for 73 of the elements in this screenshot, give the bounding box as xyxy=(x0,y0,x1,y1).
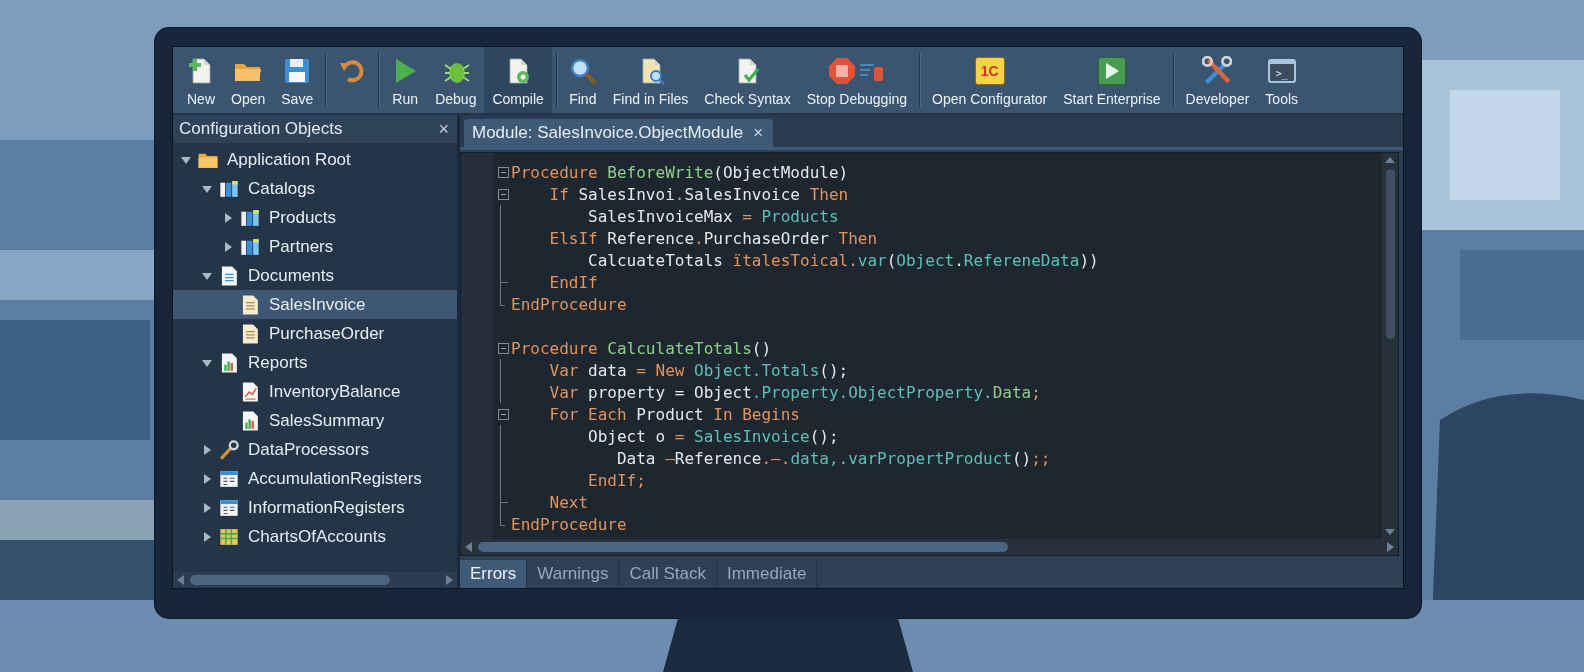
expand-caret-icon[interactable] xyxy=(201,501,213,514)
close-button[interactable]: × xyxy=(753,123,764,143)
expand-caret-icon[interactable] xyxy=(201,443,213,456)
code-line: Data –Reference.–.data,.varPropertProduct();; xyxy=(615,448,1051,468)
horizontal-scrollbar[interactable] xyxy=(461,539,1398,555)
expand-caret-icon[interactable] xyxy=(222,211,234,224)
code-line: Procedure BeforeWrite(ObjectModule) xyxy=(511,162,849,182)
tree-item[interactable]: InventoryBalance xyxy=(173,377,457,406)
output-tab[interactable]: Warnings xyxy=(527,560,620,588)
code-line: Var property = Object.Property.ObjectProperty.Data; xyxy=(548,382,1041,402)
toolbar-button[interactable]: Open xyxy=(223,47,274,113)
close-button[interactable]: × xyxy=(438,118,449,140)
toolbar-button[interactable]: 1C Open Configurator xyxy=(924,47,1056,113)
code-line: SalesInvoiceMax = Products xyxy=(587,206,839,226)
output-tab[interactable]: Immediate xyxy=(717,560,818,588)
play-tile-icon xyxy=(1097,57,1126,85)
collapse-icon[interactable] xyxy=(497,188,509,200)
tree-item[interactable]: Reports xyxy=(173,348,457,377)
tree-item[interactable]: Application Root xyxy=(173,145,457,174)
tree-item[interactable]: InformationRegisters xyxy=(173,493,457,522)
toolbar-button[interactable]: Find xyxy=(560,47,605,113)
tree-item[interactable]: Partners xyxy=(173,232,457,261)
code-line: EndProcedure xyxy=(511,294,627,314)
tree-item[interactable]: Documents xyxy=(173,261,457,290)
search-icon xyxy=(568,57,597,85)
tree-item[interactable]: AccumulationRegisters xyxy=(173,464,457,493)
code-editor[interactable] xyxy=(460,152,1399,556)
toolbar-button[interactable]: Developer xyxy=(1177,47,1258,113)
logo-tile-icon: 1C xyxy=(974,57,1005,85)
toolbar-button[interactable]: Stop Debugging xyxy=(798,47,916,113)
toolbar-button[interactable]: Debug xyxy=(427,47,485,113)
expand-caret-icon[interactable] xyxy=(201,530,213,543)
editor-tab[interactable]: Module: SalesInvoice.ObjectModule × xyxy=(464,119,774,147)
toolbar-button[interactable]: Check Syntax xyxy=(696,47,799,113)
toolbar-button[interactable]: Run xyxy=(383,47,428,113)
tree-item[interactable]: Catalogs xyxy=(173,174,457,203)
tree-item[interactable]: Products xyxy=(173,203,457,232)
expand-caret-icon[interactable] xyxy=(201,472,213,485)
horizontal-scrollbar[interactable] xyxy=(173,572,457,588)
output-tab[interactable]: Errors xyxy=(460,560,528,588)
code-line: Procedure CalculateTotals() xyxy=(511,338,772,358)
code-line: Object o = SalesInvoice(); xyxy=(587,426,839,446)
tree-item[interactable]: ChartsOfAccounts xyxy=(173,522,457,551)
code-line: For Each Product In Begins xyxy=(548,404,800,424)
toolbar-button[interactable]: Find in Files xyxy=(604,47,697,113)
code-line: Next xyxy=(548,492,589,512)
tree-item[interactable]: SalesInvoice xyxy=(173,290,457,319)
collapse-icon[interactable] xyxy=(497,166,509,178)
tree-item[interactable]: DataProcessors xyxy=(173,435,457,464)
toolbar-button[interactable]: Compile xyxy=(484,47,552,113)
toolbar-button[interactable]: New xyxy=(179,47,223,113)
code-line: EndIf; xyxy=(587,470,646,490)
panel-title: Configuration Objects xyxy=(179,119,343,139)
code-line: ElsIf Reference.PurchaseOrder Then xyxy=(548,228,878,248)
code-line: EndIf xyxy=(548,272,598,292)
toolbar-button[interactable]: >_ Tools xyxy=(1257,47,1307,113)
vertical-scrollbar[interactable] xyxy=(1382,153,1398,539)
code-line: CalcuateTotals ïtalesToical.var(Object.RefereneData)) xyxy=(587,250,1099,270)
tools-icon xyxy=(1202,56,1233,86)
expand-caret-icon[interactable] xyxy=(222,240,234,253)
save-icon xyxy=(283,57,312,85)
tree-item[interactable]: SalesSummary xyxy=(173,406,457,435)
code-line: EndProcedure xyxy=(511,514,627,534)
collapse-icon[interactable] xyxy=(497,342,509,354)
tree-item[interactable]: PurchaseOrder xyxy=(173,319,457,348)
collapse-icon[interactable] xyxy=(497,408,509,420)
code-line: Var data = New Object.Totals(); xyxy=(548,360,849,380)
toolbar-button[interactable]: Save xyxy=(273,47,322,113)
code-line: If SalesInvoi.SalesInvoice Then xyxy=(548,184,849,204)
output-tab[interactable]: Call Stack xyxy=(619,560,717,588)
stop-icon xyxy=(827,57,856,85)
toolbar-button[interactable]: Start Enterprise xyxy=(1055,47,1169,113)
terminal-icon: >_ xyxy=(1267,59,1296,83)
